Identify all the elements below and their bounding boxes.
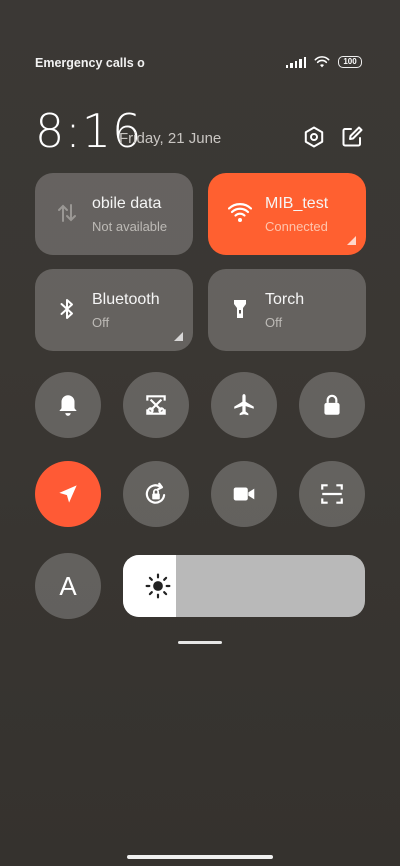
tile-subtitle: Off bbox=[265, 315, 283, 330]
font-size-label: A bbox=[59, 570, 77, 601]
toggle-location[interactable] bbox=[35, 461, 101, 527]
lock-icon bbox=[324, 394, 340, 415]
font-size-button[interactable]: A bbox=[35, 553, 101, 619]
status-icons: 100 bbox=[285, 56, 362, 68]
tile-bluetooth[interactable]: Bluetooth Off bbox=[35, 269, 193, 351]
tile-title: Torch bbox=[265, 291, 305, 308]
tile-title: MIB_test bbox=[265, 195, 329, 212]
toggle-scanner[interactable] bbox=[299, 461, 365, 527]
tile-wifi[interactable]: MIB_test Connected bbox=[208, 173, 366, 255]
tile-subtitle: Connected bbox=[265, 219, 328, 234]
date-label: Friday, 21 June bbox=[119, 130, 222, 147]
screenshot-icon bbox=[146, 395, 166, 415]
tile-subtitle: Off bbox=[92, 315, 110, 330]
battery-indicator: 100 bbox=[338, 56, 362, 68]
carrier-status-text: Emergency calls o bbox=[35, 56, 145, 70]
airplane-icon bbox=[234, 394, 254, 416]
brightness-slider[interactable] bbox=[123, 555, 365, 617]
rotation-lock-icon bbox=[145, 482, 166, 504]
scanner-icon bbox=[321, 484, 343, 504]
settings-icon[interactable] bbox=[302, 125, 326, 149]
tile-title: Bluetooth bbox=[92, 291, 160, 308]
torch-icon bbox=[234, 300, 246, 318]
wifi-icon bbox=[228, 203, 252, 222]
collapse-handle[interactable] bbox=[178, 641, 222, 644]
toggle-lock-screen[interactable] bbox=[299, 372, 365, 438]
expand-corner-icon[interactable] bbox=[174, 332, 183, 341]
signal-icon bbox=[285, 56, 306, 68]
bell-icon bbox=[59, 395, 77, 416]
toggle-screenshot[interactable] bbox=[123, 372, 189, 438]
location-icon bbox=[59, 485, 77, 503]
tile-torch[interactable]: Torch Off bbox=[208, 269, 366, 351]
toggle-rotation-lock[interactable] bbox=[123, 461, 189, 527]
status-bar: Emergency calls o 100 bbox=[35, 56, 362, 72]
tile-mobile-data[interactable]: obile data Not available bbox=[35, 173, 193, 255]
sun-icon bbox=[145, 573, 171, 599]
expand-corner-icon[interactable] bbox=[347, 236, 356, 245]
home-indicator[interactable] bbox=[127, 855, 273, 859]
video-camera-icon bbox=[233, 487, 255, 501]
toggle-screen-recorder[interactable] bbox=[211, 461, 277, 527]
tile-subtitle: Not available bbox=[92, 219, 168, 234]
bluetooth-icon bbox=[60, 299, 73, 319]
mobile-data-icon bbox=[58, 204, 76, 222]
toggle-airplane[interactable] bbox=[211, 372, 277, 438]
toggle-silent[interactable] bbox=[35, 372, 101, 438]
tile-title: obile data bbox=[92, 195, 162, 212]
wifi-status-icon bbox=[314, 56, 330, 68]
edit-icon[interactable] bbox=[340, 125, 364, 149]
